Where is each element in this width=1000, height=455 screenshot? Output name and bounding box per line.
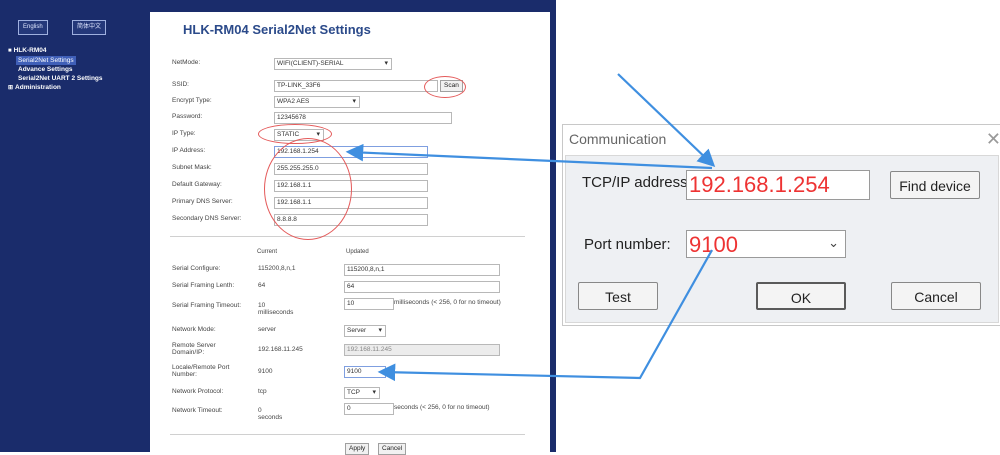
net-timeout-current: 0 seconds (258, 407, 283, 421)
col-updated-header: Updated (346, 249, 369, 255)
communication-dialog: Communication ✕ TCP/IP address: 192.168.… (562, 124, 1000, 326)
cancel-button[interactable]: Cancel (378, 443, 407, 455)
remote-input[interactable]: 192.168.11.245 (344, 344, 500, 356)
netmode2-select[interactable]: Server (344, 325, 386, 337)
netmode-select[interactable]: WIFI(CLIENT)-SERIAL (274, 58, 392, 70)
ok-button[interactable]: OK (756, 282, 846, 310)
lang-chinese-button[interactable]: 简体中文 (72, 20, 107, 35)
close-icon[interactable]: ✕ (986, 129, 1000, 150)
gateway-input[interactable]: 192.168.1.1 (274, 180, 428, 192)
settings-content: HLK-RM04 Serial2Net Settings NetMode: WI… (150, 12, 550, 455)
nav-tree: ■ HLK-RM04 Serial2Net Settings Advance Se… (8, 46, 103, 93)
framing-len-input[interactable]: 64 (344, 281, 500, 293)
ssid-input[interactable]: TP-LINK_33F6 (274, 80, 438, 92)
framing-timeout-label: Serial Framing Timeout: (172, 302, 241, 309)
dns2-input[interactable]: 8.8.8.8 (274, 214, 428, 226)
port-input[interactable]: 9100 (344, 366, 386, 378)
framing-len-label: Serial Framing Lenth: (172, 282, 235, 289)
router-web-ui: English 简体中文 ■ HLK-RM04 Serial2Net Settin… (0, 0, 556, 455)
dialog-cancel-button[interactable]: Cancel (891, 282, 981, 310)
net-timeout-note: seconds (< 256, 0 for no timeout) (394, 404, 490, 411)
iptype-label: IP Type: (172, 130, 196, 137)
apply-button[interactable]: Apply (345, 443, 370, 455)
framing-timeout-current: 10 milliseconds (258, 302, 294, 316)
sidebar: English 简体中文 ■ HLK-RM04 Serial2Net Settin… (0, 0, 148, 452)
framing-len-current: 64 (258, 282, 266, 289)
netmode2-value: Server (347, 327, 367, 334)
sidebar-item-administration[interactable]: Administration (15, 84, 61, 91)
dns1-input[interactable]: 192.168.1.1 (274, 197, 428, 209)
ssid-label: SSID: (172, 81, 189, 88)
dialog-body: TCP/IP address: 192.168.1.254 Find devic… (565, 155, 999, 323)
sidebar-item-serial2net[interactable]: Serial2Net Settings (16, 56, 76, 65)
dialog-title: Communication (569, 131, 667, 147)
dns1-label: Primary DNS Server: (172, 198, 233, 205)
find-device-button[interactable]: Find device (890, 171, 980, 199)
port-current: 9100 (258, 368, 273, 375)
tcpip-value: 192.168.1.254 (689, 172, 830, 197)
sidebar-item-uart2[interactable]: Serial2Net UART 2 Settings (18, 74, 103, 83)
section-divider (170, 236, 525, 237)
port-number-value: 9100 (689, 232, 738, 257)
protocol-select[interactable]: TCP (344, 387, 380, 399)
remote-current: 192.168.11.245 (258, 346, 303, 353)
footer-divider (170, 434, 525, 435)
password-input[interactable]: 12345678 (274, 112, 452, 124)
iptype-value: STATIC (277, 131, 300, 138)
netmode-label: NetMode: (172, 59, 201, 66)
remote-label: Remote Server Domain/IP: (172, 342, 216, 356)
dns2-label: Secondary DNS Server: (172, 215, 242, 222)
protocol-label: Network Protocol: (172, 388, 224, 395)
page-title: HLK-RM04 Serial2Net Settings (183, 22, 371, 37)
encrypt-value: WPA2 AES (277, 98, 310, 105)
subnet-input[interactable]: 255.255.255.0 (274, 163, 428, 175)
iptype-select[interactable]: STATIC (274, 129, 324, 141)
netmode2-label: Network Mode: (172, 326, 216, 333)
password-label: Password: (172, 113, 203, 120)
serial-cfg-input[interactable]: 115200,8,n,1 (344, 264, 500, 276)
ip-label: IP Address: (172, 147, 206, 154)
tcpip-label: TCP/IP address: (582, 174, 692, 191)
gateway-label: Default Gateway: (172, 181, 222, 188)
protocol-value: TCP (347, 389, 360, 396)
port-label: Locale/Remote Port Number: (172, 364, 230, 378)
port-number-label: Port number: (584, 236, 671, 253)
sidebar-item-advance[interactable]: Advance Settings (18, 65, 103, 74)
net-timeout-input[interactable]: 0 (344, 403, 394, 415)
framing-timeout-input[interactable]: 10 (344, 298, 394, 310)
subnet-label: Subnet Mask: (172, 164, 212, 171)
netmode-value: WIFI(CLIENT)-SERIAL (277, 60, 344, 67)
scan-button[interactable]: Scan (440, 80, 463, 92)
tcpip-input[interactable]: 192.168.1.254 (686, 170, 870, 200)
encrypt-label: Encrypt Type: (172, 97, 212, 104)
lang-english-button[interactable]: English (18, 20, 48, 35)
folder-icon: ■ (8, 48, 12, 54)
port-number-select[interactable]: 9100 ⌄ (686, 230, 846, 258)
protocol-current: tcp (258, 388, 267, 395)
serial-cfg-label: Serial Configure: (172, 265, 221, 272)
ip-input[interactable]: 192.168.1.254 (274, 146, 428, 158)
tree-root-label[interactable]: HLK-RM04 (14, 47, 47, 54)
encrypt-select[interactable]: WPA2 AES (274, 96, 360, 108)
chevron-down-icon: ⌄ (828, 235, 839, 250)
framing-timeout-note: milliseconds (< 256, 0 for no timeout) (394, 299, 501, 306)
serial-cfg-current: 115200,8,n,1 (258, 265, 296, 272)
expand-icon[interactable]: ⊞ (8, 85, 13, 91)
test-button[interactable]: Test (578, 282, 658, 310)
netmode2-current: server (258, 326, 277, 333)
net-timeout-label: Network Timeout: (172, 407, 223, 414)
col-current-header: Current (257, 249, 278, 255)
